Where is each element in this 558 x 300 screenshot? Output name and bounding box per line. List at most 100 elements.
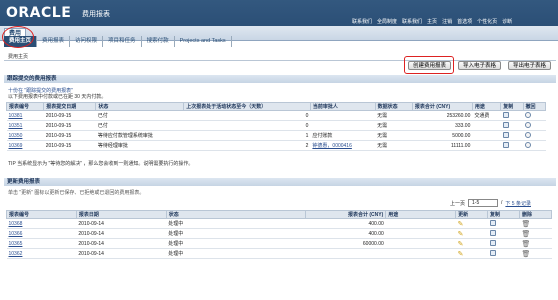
withdraw-icon[interactable]	[525, 122, 532, 129]
next-page-link[interactable]: 下 5 条记录	[505, 200, 531, 207]
col-header[interactable]: 数据状态	[374, 102, 413, 111]
subtab-reports[interactable]: 费用报表	[37, 36, 71, 47]
withdraw-icon[interactable]	[525, 112, 532, 119]
pager: 上一页 1-5 / 下 5 条记录	[450, 199, 531, 207]
sub-tabs: 费用主页 费用报表 访问权限 项目和任务 搜索付款 Projects and T…	[4, 36, 232, 47]
trash-icon[interactable]: 🗑	[521, 241, 530, 248]
cell: 处理中	[166, 228, 306, 239]
col-header[interactable]: 状态	[165, 210, 307, 219]
withdraw-icon[interactable]	[525, 132, 532, 139]
section-header-update: 更新费用报表	[4, 178, 556, 186]
export-spreadsheet-button[interactable]: 导出电子表格	[508, 61, 552, 70]
highlight-circle	[2, 26, 34, 48]
cell: 400.00	[305, 228, 386, 239]
withdraw-icon[interactable]	[525, 142, 532, 149]
cell	[472, 120, 501, 131]
col-header: 复制	[500, 102, 524, 111]
copy-icon[interactable]	[489, 240, 496, 247]
col-header[interactable]: 报表合计 (CNY)	[411, 102, 473, 111]
col-header[interactable]: 报表编号	[6, 210, 77, 219]
cell: 333.00	[412, 120, 473, 131]
global-link[interactable]: 主页	[427, 18, 437, 25]
table-row: 10365 2010-09-14 处理中 60000.00 ✎ 🗑	[6, 238, 552, 249]
col-header[interactable]: 上次报表处于活动状态至今（天数）	[183, 102, 311, 111]
report-link[interactable]: 10369	[9, 143, 23, 149]
subtab-search-payments[interactable]: 搜索付款	[142, 36, 175, 47]
report-link[interactable]: 10362	[9, 251, 23, 257]
copy-icon[interactable]	[502, 132, 509, 139]
pencil-icon[interactable]: ✎	[458, 251, 464, 258]
col-header[interactable]: 当前审批人	[309, 102, 376, 111]
cell: 0	[183, 120, 311, 131]
report-link[interactable]: 10366	[9, 231, 23, 237]
cell: 2010-09-15	[43, 130, 96, 141]
global-link[interactable]: 注销	[442, 18, 452, 25]
col-header[interactable]: 报表编号	[5, 102, 45, 111]
report-link[interactable]: 10351	[9, 123, 23, 129]
app-title: 费用报表	[82, 11, 110, 18]
subtab-access[interactable]: 访问权限	[70, 36, 104, 47]
col-header: 删除	[518, 210, 553, 219]
col-header: 复制	[487, 210, 520, 219]
import-spreadsheet-button[interactable]: 导入电子表格	[458, 61, 502, 70]
oracle-logo: ORACLE	[6, 5, 72, 21]
cell: 处理中	[166, 238, 306, 249]
trash-icon[interactable]: 🗑	[521, 251, 530, 258]
cell: 已付	[95, 110, 184, 121]
pencil-icon[interactable]: ✎	[458, 241, 464, 248]
table-row: 10366 2010-09-14 处理中 400.00 ✎ 🗑	[6, 228, 552, 239]
col-header[interactable]: 状态	[95, 102, 185, 111]
report-link[interactable]: 10381	[9, 113, 23, 119]
subtab-projects[interactable]: 项目和任务	[103, 36, 142, 47]
table-row: 10381 2010-09-15 已付 0 无需 253260.00 交通费	[6, 110, 546, 121]
cell: 等待经理审批	[95, 140, 184, 151]
trash-icon[interactable]: 🗑	[521, 221, 530, 228]
cell: 处理中	[166, 218, 306, 229]
col-header[interactable]: 报表提交日期	[43, 102, 97, 111]
col-header: 更新	[455, 210, 489, 219]
col-header[interactable]: 报表合计 (CNY)	[305, 210, 387, 219]
report-link[interactable]: 10368	[9, 221, 23, 227]
cell: 无需	[375, 130, 413, 141]
subtab-projects-tasks[interactable]: Projects and Tasks	[175, 36, 232, 47]
cell: 11111.00	[412, 140, 473, 151]
col-header[interactable]: 用途	[385, 210, 457, 219]
breadcrumb: 费用主页	[8, 54, 29, 60]
prev-page-link[interactable]: 上一页	[450, 200, 465, 207]
trash-icon[interactable]: 🗑	[521, 231, 530, 238]
cell	[472, 130, 501, 141]
cell: 应付账款	[310, 130, 376, 141]
copy-icon[interactable]	[489, 220, 496, 227]
table-row: 10369 2010-09-15 等待经理审批 2 钟德惠，0000416 无需…	[6, 140, 546, 151]
global-link[interactable]: 诊断	[502, 18, 512, 25]
copy-icon[interactable]	[489, 230, 496, 237]
global-link[interactable]: 联系我们	[402, 18, 422, 25]
cell	[310, 120, 376, 131]
global-link[interactable]: 首选项	[457, 18, 472, 25]
report-link[interactable]: 10350	[9, 133, 23, 139]
global-link[interactable]: 个性化页	[477, 18, 497, 25]
copy-icon[interactable]	[489, 250, 496, 257]
cell: 无需	[375, 140, 413, 151]
approver-link[interactable]: 钟德惠，0000416	[312, 143, 351, 149]
global-link[interactable]: 联系我们	[352, 18, 372, 25]
cell: 0	[183, 110, 311, 121]
table-row: 10351 2010-09-15 已付 0 无需 333.00	[6, 120, 546, 131]
cell: 253260.00	[412, 110, 473, 121]
pencil-icon[interactable]: ✎	[458, 231, 464, 238]
report-link[interactable]: 10365	[9, 241, 23, 247]
cell	[310, 110, 376, 121]
col-header[interactable]: 报表日期	[75, 210, 167, 219]
copy-icon[interactable]	[502, 112, 509, 119]
copy-icon[interactable]	[502, 142, 509, 149]
pencil-icon[interactable]: ✎	[458, 221, 464, 228]
cell	[385, 238, 456, 249]
page-range-select[interactable]: 1-5	[468, 199, 499, 207]
global-link[interactable]: 全局制度	[377, 18, 397, 25]
cell: 60000.00	[305, 238, 386, 249]
table-row: 10350 2010-09-15 等待应付款管理系统审批 1 应付账款 无需 5…	[6, 130, 546, 141]
copy-icon[interactable]	[502, 122, 509, 129]
col-header[interactable]: 用途	[471, 102, 502, 111]
cell: 交通费	[472, 110, 501, 121]
cell: 2010-09-14	[76, 228, 167, 239]
